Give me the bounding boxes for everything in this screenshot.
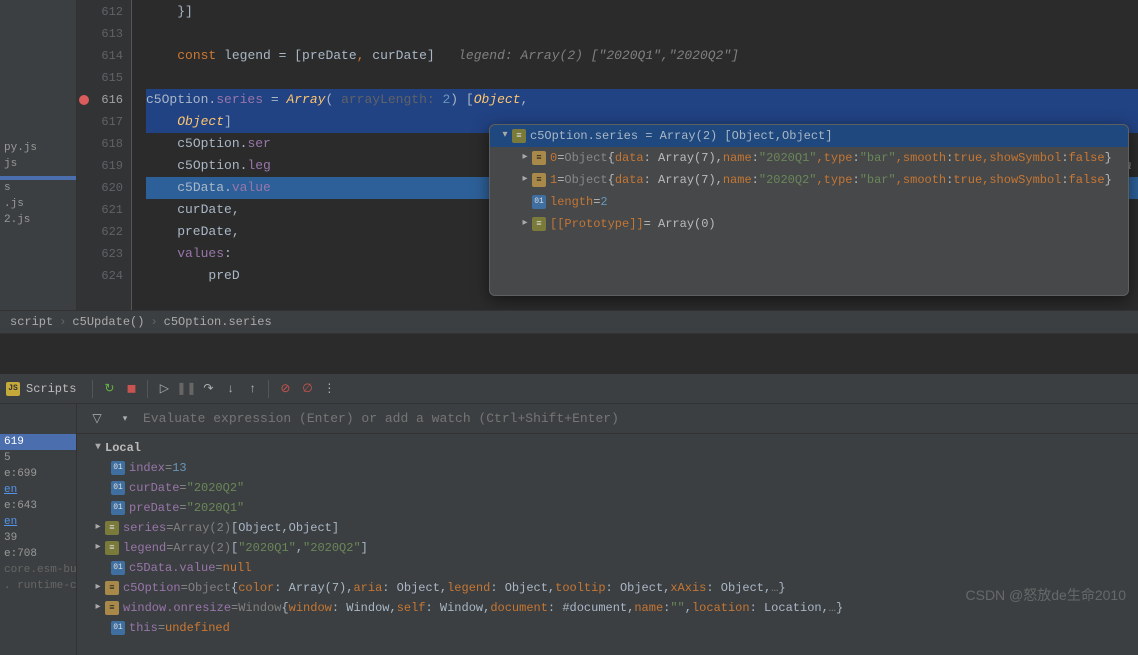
step-over-icon[interactable]: ↷ bbox=[198, 379, 218, 399]
chevron-right-icon[interactable]: ▸ bbox=[91, 518, 105, 538]
int-icon: 01 bbox=[532, 195, 546, 209]
frame[interactable]: e:708 bbox=[0, 546, 76, 562]
chevron-down-icon[interactable]: ▾ bbox=[498, 127, 512, 145]
int-icon: 01 bbox=[111, 481, 125, 495]
code-line bbox=[146, 23, 1138, 45]
line-number: 623 bbox=[77, 243, 123, 265]
array-icon: ≡ bbox=[105, 521, 119, 535]
code-line: const legend = [preDate, curDate] legend… bbox=[146, 45, 1138, 67]
breadcrumb-item[interactable]: c5Update() bbox=[72, 315, 144, 329]
chevron-down-icon[interactable]: ▾ bbox=[115, 409, 135, 429]
int-icon: 01 bbox=[111, 561, 125, 575]
line-number: 612 bbox=[77, 1, 123, 23]
frame[interactable]: 619 bbox=[0, 434, 76, 450]
stop-icon[interactable]: ◼ bbox=[121, 379, 141, 399]
int-icon: 01 bbox=[111, 501, 125, 515]
int-icon: 01 bbox=[111, 621, 125, 635]
more-icon[interactable]: ⋮ bbox=[319, 379, 339, 399]
array-icon: ≡ bbox=[512, 129, 526, 143]
pause-icon[interactable]: ❚❚ bbox=[176, 379, 196, 399]
line-number: 622 bbox=[77, 221, 123, 243]
line-number: 621 bbox=[77, 199, 123, 221]
sidebar-file[interactable]: 2.js bbox=[0, 212, 76, 228]
frames-panel[interactable]: 619 5 e:699 en e:643 en 39 e:708 core.es… bbox=[0, 404, 77, 655]
line-gutter[interactable]: 612 613 614 615 616 617 618 619 620 621 … bbox=[77, 0, 132, 310]
project-sidebar[interactable]: py.js js s .js 2.js bbox=[0, 0, 77, 310]
rerun-icon[interactable]: ↻ bbox=[99, 379, 119, 399]
js-icon: JS bbox=[6, 382, 20, 396]
frame[interactable]: core.esm-bur bbox=[0, 562, 76, 578]
step-out-icon[interactable]: ↑ bbox=[242, 379, 262, 399]
chevron-right-icon: › bbox=[150, 315, 157, 329]
chevron-right-icon: › bbox=[59, 315, 66, 329]
frame[interactable]: en bbox=[0, 482, 76, 498]
object-icon: ≡ bbox=[105, 601, 119, 615]
scope-label: Local bbox=[105, 438, 141, 458]
debug-panel: JS Scripts ↻ ◼ ▷ ❚❚ ↷ ↓ ↑ ⊘ ∅ ⋮ 619 5 e:… bbox=[0, 374, 1138, 655]
mute-breakpoints-icon[interactable]: ⊘ bbox=[275, 379, 295, 399]
sidebar-file[interactable]: s bbox=[0, 180, 76, 196]
array-icon: ≡ bbox=[532, 217, 546, 231]
debug-toolbar: JS Scripts ↻ ◼ ▷ ❚❚ ↷ ↓ ↑ ⊘ ∅ ⋮ bbox=[0, 374, 1138, 404]
chevron-right-icon[interactable]: ▸ bbox=[91, 538, 105, 558]
sidebar-file[interactable]: py.js bbox=[0, 140, 76, 156]
array-icon: ≡ bbox=[105, 541, 119, 555]
chevron-right-icon[interactable]: ▸ bbox=[91, 598, 105, 618]
chevron-right-icon[interactable]: ▸ bbox=[518, 149, 532, 167]
view-breakpoints-icon[interactable]: ∅ bbox=[297, 379, 317, 399]
watch-input[interactable] bbox=[143, 411, 1128, 426]
sidebar-file[interactable]: js bbox=[0, 156, 76, 172]
breadcrumb-item[interactable]: c5Option.series bbox=[164, 315, 272, 329]
code-editor[interactable]: }] const legend = [preDate, curDate] leg… bbox=[132, 0, 1138, 310]
sidebar-file[interactable]: .js bbox=[0, 196, 76, 212]
step-into-icon[interactable]: ↓ bbox=[220, 379, 240, 399]
breadcrumb-item[interactable]: script bbox=[10, 315, 53, 329]
line-number: 617 bbox=[77, 111, 123, 133]
line-number: 618 bbox=[77, 133, 123, 155]
object-icon: ≡ bbox=[532, 173, 546, 187]
object-icon: ≡ bbox=[532, 151, 546, 165]
breadcrumb[interactable]: script › c5Update() › c5Option.series bbox=[0, 310, 1138, 334]
object-icon: ≡ bbox=[105, 581, 119, 595]
chevron-right-icon[interactable]: ▸ bbox=[91, 578, 105, 598]
chevron-right-icon[interactable]: ▸ bbox=[518, 171, 532, 189]
frame[interactable]: en bbox=[0, 514, 76, 530]
resume-icon[interactable]: ▷ bbox=[154, 379, 174, 399]
frame[interactable]: e:643 bbox=[0, 498, 76, 514]
frame[interactable]: 39 bbox=[0, 530, 76, 546]
frame[interactable]: . runtime-co bbox=[0, 578, 76, 594]
frame[interactable]: 5 bbox=[0, 450, 76, 466]
filter-icon[interactable]: ▽ bbox=[87, 409, 107, 429]
frame[interactable]: e:699 bbox=[0, 466, 76, 482]
code-line: }] bbox=[146, 1, 1138, 23]
line-number: 615 bbox=[77, 67, 123, 89]
chevron-down-icon[interactable]: ▾ bbox=[91, 438, 105, 458]
line-number: 620 bbox=[77, 177, 123, 199]
line-number-breakpoint[interactable]: 616 bbox=[77, 89, 123, 111]
line-number: 613 bbox=[77, 23, 123, 45]
line-number: 614 bbox=[77, 45, 123, 67]
scripts-tab[interactable]: Scripts bbox=[26, 382, 76, 396]
chevron-right-icon[interactable]: ▸ bbox=[518, 215, 532, 233]
popup-header: c5Option.series = Array(2) [Object,Objec… bbox=[530, 127, 832, 145]
variables-tree[interactable]: ▾Local 01index = 13 01curDate = "2020Q2"… bbox=[77, 434, 1138, 655]
int-icon: 01 bbox=[111, 461, 125, 475]
watermark: CSDN @怒放de生命2010 bbox=[966, 585, 1127, 605]
line-number: 619 bbox=[77, 155, 123, 177]
code-line bbox=[146, 67, 1138, 89]
line-number: 624 bbox=[77, 265, 123, 287]
debug-inline-popup[interactable]: ▾ ≡ c5Option.series = Array(2) [Object,O… bbox=[489, 124, 1129, 296]
code-line-current: c5Option.series = Array( arrayLength: 2)… bbox=[146, 89, 1138, 111]
